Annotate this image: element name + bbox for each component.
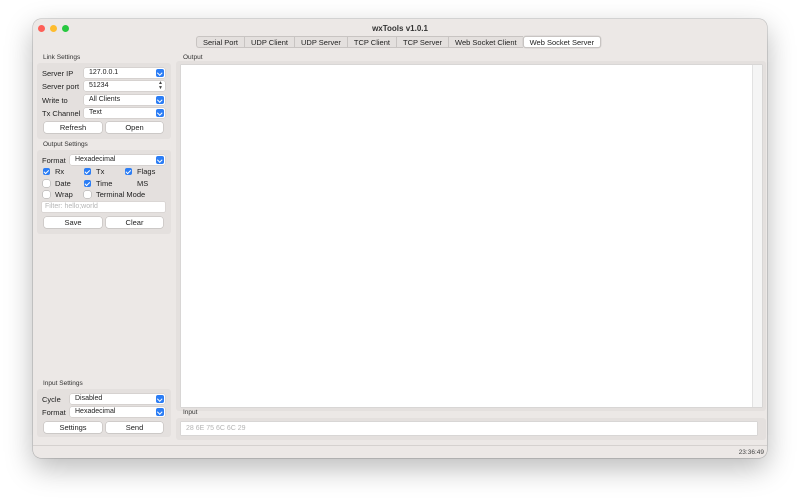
checkbox-unchecked-icon (43, 191, 50, 198)
flags-label: Flags (137, 167, 156, 176)
ms-checkbox[interactable]: MS (125, 179, 148, 188)
write-to-label: Write to (42, 96, 68, 105)
server-ip-select[interactable]: 127.0.0.1 (84, 68, 165, 78)
input-format-label: Format (42, 408, 66, 417)
tab-web-socket-server[interactable]: Web Socket Server (522, 36, 602, 48)
output-title: Output (183, 54, 203, 61)
send-button[interactable]: Send (106, 422, 163, 433)
window-title: wxTools v1.0.1 (372, 24, 428, 33)
input-field[interactable]: 28 6E 75 6C 6C 29 (181, 422, 757, 435)
chevron-down-icon (156, 69, 164, 77)
input-title: Input (183, 409, 198, 416)
tx-checkbox[interactable]: Tx (84, 167, 104, 176)
input-format-value: Hexadecimal (75, 408, 116, 415)
output-settings-title: Output Settings (43, 141, 88, 148)
title-bar: wxTools v1.0.1 (33, 19, 767, 37)
cycle-value: Disabled (75, 395, 103, 402)
chevron-down-icon (156, 156, 164, 164)
checkbox-unchecked-icon (43, 180, 50, 187)
chevron-down-icon (156, 408, 164, 416)
tx-channel-value: Text (89, 109, 102, 116)
chevron-down-icon (156, 395, 164, 403)
clear-button[interactable]: Clear (106, 217, 163, 228)
app-window: wxTools v1.0.1 Serial Port UDP Client UD… (33, 19, 767, 458)
link-settings-title: Link Settings (43, 54, 81, 61)
time-checkbox[interactable]: Time (84, 179, 112, 188)
checkbox-checked-icon (84, 168, 91, 175)
rx-label: Rx (55, 167, 65, 176)
output-format-value: Hexadecimal (75, 156, 116, 163)
cycle-label: Cycle (42, 395, 61, 404)
tx-channel-label: Tx Channel (42, 109, 81, 118)
tab-bar: Serial Port UDP Client UDP Server TCP Cl… (196, 36, 602, 48)
stepper-arrows-icon[interactable]: ▲ ▼ (157, 81, 164, 91)
status-bar: 23:36:49 (33, 445, 767, 458)
tx-label: Tx (96, 167, 105, 176)
cycle-select[interactable]: Disabled (70, 394, 165, 404)
input-settings-title: Input Settings (43, 380, 83, 387)
checkbox-checked-icon (43, 168, 50, 175)
checkbox-checked-icon (84, 180, 91, 187)
date-label: Date (55, 179, 71, 188)
tab-web-socket-client[interactable]: Web Socket Client (448, 36, 523, 48)
flags-checkbox[interactable]: Flags (125, 167, 155, 176)
wrap-label: Wrap (55, 190, 73, 199)
date-checkbox[interactable]: Date (43, 179, 71, 188)
server-ip-label: Server IP (42, 69, 74, 78)
rx-checkbox[interactable]: Rx (43, 167, 64, 176)
output-text-area[interactable] (181, 65, 762, 407)
tab-tcp-client[interactable]: TCP Client (346, 36, 396, 48)
time-label: Time (96, 179, 113, 188)
output-format-select[interactable]: Hexadecimal (70, 155, 165, 165)
tab-tcp-server[interactable]: TCP Server (395, 36, 449, 48)
refresh-button[interactable]: Refresh (44, 122, 102, 133)
write-to-value: All Clients (89, 96, 121, 103)
output-format-label: Format (42, 156, 66, 165)
filter-input[interactable]: Filter: hello;world (42, 202, 165, 212)
open-button[interactable]: Open (106, 122, 163, 133)
status-time: 23:36:49 (738, 449, 764, 456)
ms-label: MS (137, 179, 149, 188)
input-format-select[interactable]: Hexadecimal (70, 407, 165, 417)
output-scrollbar[interactable] (752, 65, 762, 407)
tab-udp-client[interactable]: UDP Client (244, 36, 294, 48)
chevron-down-icon (156, 96, 164, 104)
settings-button[interactable]: Settings (44, 422, 102, 433)
wrap-checkbox[interactable]: Wrap (43, 190, 73, 199)
tab-udp-server[interactable]: UDP Server (293, 36, 347, 48)
save-button[interactable]: Save (44, 217, 102, 228)
server-port-label: Server port (42, 82, 80, 91)
server-ip-value: 127.0.0.1 (89, 69, 119, 76)
terminal-mode-label: Terminal Mode (96, 190, 146, 199)
terminal-mode-checkbox[interactable]: Terminal Mode (84, 190, 145, 199)
checkbox-unchecked-icon (84, 191, 91, 198)
server-port-spinbox[interactable]: 51234 ▲ ▼ (84, 81, 165, 91)
tab-serial-port[interactable]: Serial Port (196, 36, 245, 48)
tx-channel-select[interactable]: Text (84, 108, 165, 118)
server-port-value: 51234 (89, 82, 109, 89)
checkbox-checked-icon (125, 168, 132, 175)
write-to-select[interactable]: All Clients (84, 95, 165, 105)
chevron-down-icon (156, 109, 164, 117)
